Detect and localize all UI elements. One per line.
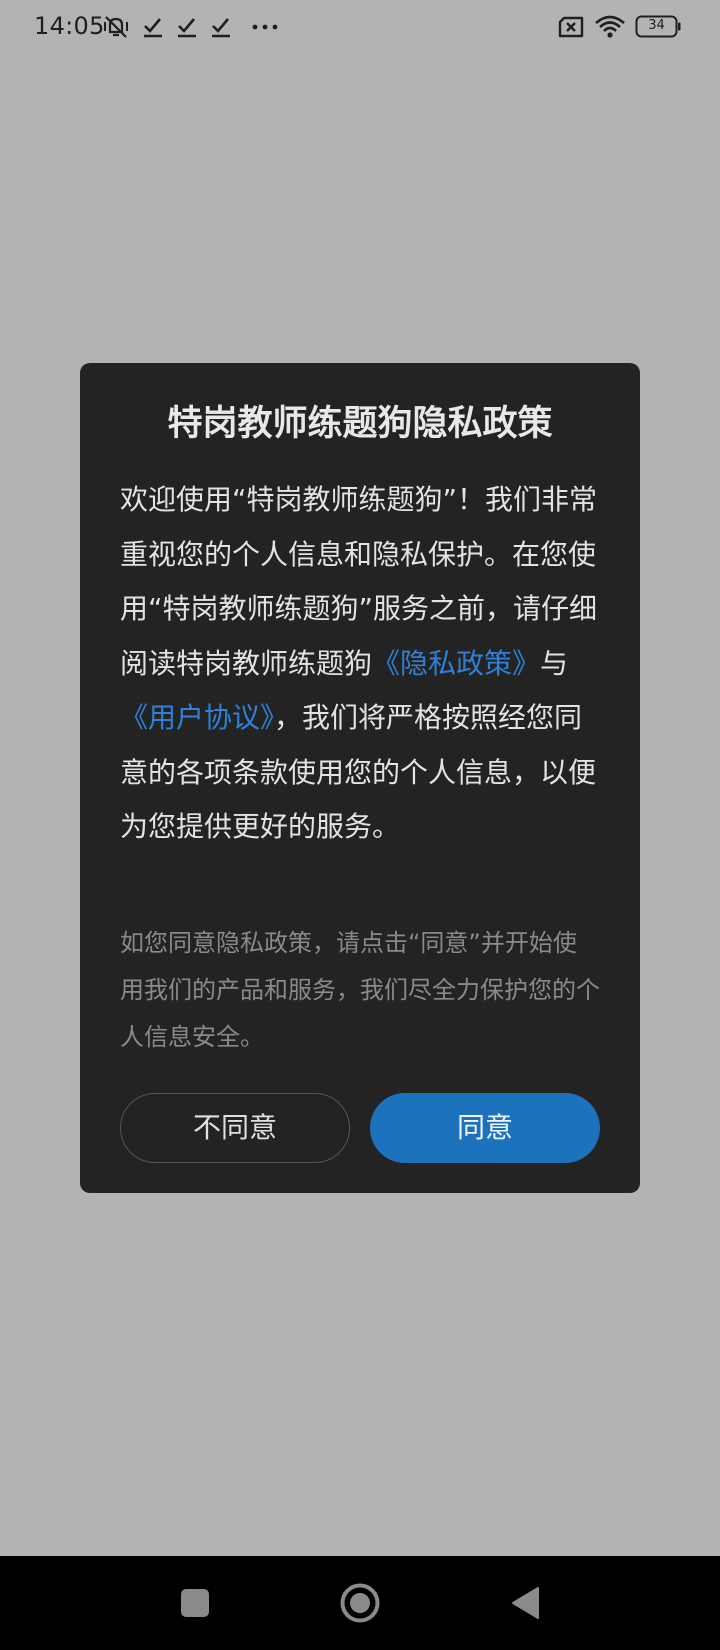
home-button[interactable]: [315, 1556, 405, 1650]
check-icon: [176, 14, 198, 40]
dialog-body: 欢迎使用“特岗教师练题狗”！我们非常重视您的个人信息和隐私保护。在您使用“特岗教…: [120, 473, 600, 855]
wifi-icon: [594, 14, 626, 40]
back-triangle-icon: [512, 1587, 539, 1619]
recents-button[interactable]: [150, 1556, 240, 1650]
agree-button[interactable]: 同意: [370, 1093, 600, 1163]
status-bar: 14:05 34: [0, 0, 720, 56]
mute-vibrate-icon: [102, 14, 130, 40]
dialog-note: 如您同意隐私政策，请点击“同意”并开始使用我们的产品和服务，我们尽全力保护您的个…: [120, 929, 600, 1051]
more-dots-icon: [250, 14, 280, 40]
dialog-title: 特岗教师练题狗隐私政策: [167, 404, 553, 444]
check-icon: [210, 14, 232, 40]
user-agreement-link[interactable]: 《用户协议》: [120, 701, 274, 734]
navigation-bar: [0, 1556, 720, 1650]
battery-level-text: 34: [648, 18, 665, 33]
no-sim-icon: [556, 14, 586, 40]
disagree-button[interactable]: 不同意: [120, 1093, 350, 1163]
back-button[interactable]: [480, 1556, 570, 1650]
home-circle-icon: [340, 1583, 380, 1623]
battery-icon: 34: [635, 15, 681, 41]
check-icon: [142, 14, 164, 40]
recents-square-icon: [181, 1589, 209, 1617]
body-text-connector: 与: [540, 646, 569, 680]
privacy-policy-link[interactable]: 《隐私政策》: [372, 647, 540, 680]
privacy-dialog: 特岗教师练题狗隐私政策 欢迎使用“特岗教师练题狗”！我们非常重视您的个人信息和隐…: [80, 363, 640, 1193]
status-time: 14:05: [34, 12, 105, 40]
